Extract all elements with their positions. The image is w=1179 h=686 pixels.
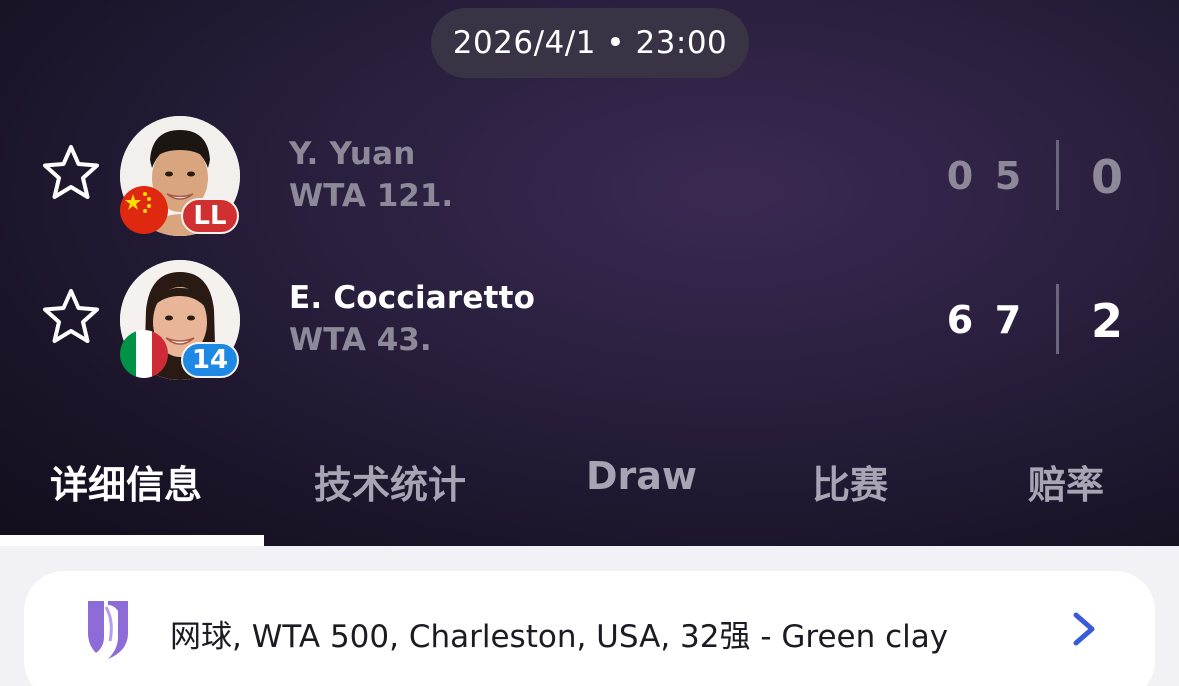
set-1-score: 0 (946, 154, 974, 198)
wta-logo-icon (84, 597, 132, 661)
match-header: 2026/4/1 • 23:00 LL Y. Yuan WTA 121. 0 5… (0, 0, 1179, 546)
sets-won: 0 (1090, 150, 1123, 204)
tab-odds[interactable]: 赔率 (1028, 454, 1104, 509)
player-row-1[interactable]: LL Y. Yuan WTA 121. 0 5 0 (0, 112, 1179, 242)
sets-won: 2 (1090, 294, 1123, 348)
set-1-score: 6 (946, 298, 974, 342)
tournament-label[interactable]: 网球, WTA 500, Charleston, USA, 32强 - Gree… (170, 611, 948, 656)
seed-badge: 14 (181, 342, 239, 378)
player-name[interactable]: E. Cocciaretto (289, 280, 535, 316)
active-tab-indicator (0, 535, 264, 546)
match-tabs: 详细信息 技术统计 Draw 比赛 赔率 (0, 440, 1179, 546)
tournament-card[interactable]: 网球, WTA 500, Charleston, USA, 32强 - Gree… (24, 571, 1155, 686)
tab-statistics[interactable]: 技术统计 (314, 454, 466, 509)
set-2-score: 7 (994, 298, 1022, 342)
player-rank: WTA 43. (289, 322, 432, 358)
player-name[interactable]: Y. Yuan (289, 136, 416, 172)
china-flag-icon (120, 186, 168, 234)
tab-details[interactable]: 详细信息 (50, 454, 202, 509)
tab-matches[interactable]: 比赛 (812, 454, 888, 509)
tab-draw[interactable]: Draw (586, 454, 697, 498)
set-2-score: 5 (994, 154, 1022, 198)
score-divider (1056, 284, 1059, 354)
score-divider (1056, 140, 1059, 210)
lucky-loser-badge: LL (181, 198, 239, 234)
favorite-star-icon[interactable] (40, 286, 102, 348)
italy-flag-icon (120, 330, 168, 378)
favorite-star-icon[interactable] (40, 142, 102, 204)
match-datetime: 2026/4/1 • 23:00 (431, 8, 749, 78)
player-rank: WTA 121. (289, 178, 454, 214)
chevron-right-icon[interactable] (1068, 609, 1100, 649)
player-row-2[interactable]: 14 E. Cocciaretto WTA 43. 6 7 2 (0, 256, 1179, 386)
